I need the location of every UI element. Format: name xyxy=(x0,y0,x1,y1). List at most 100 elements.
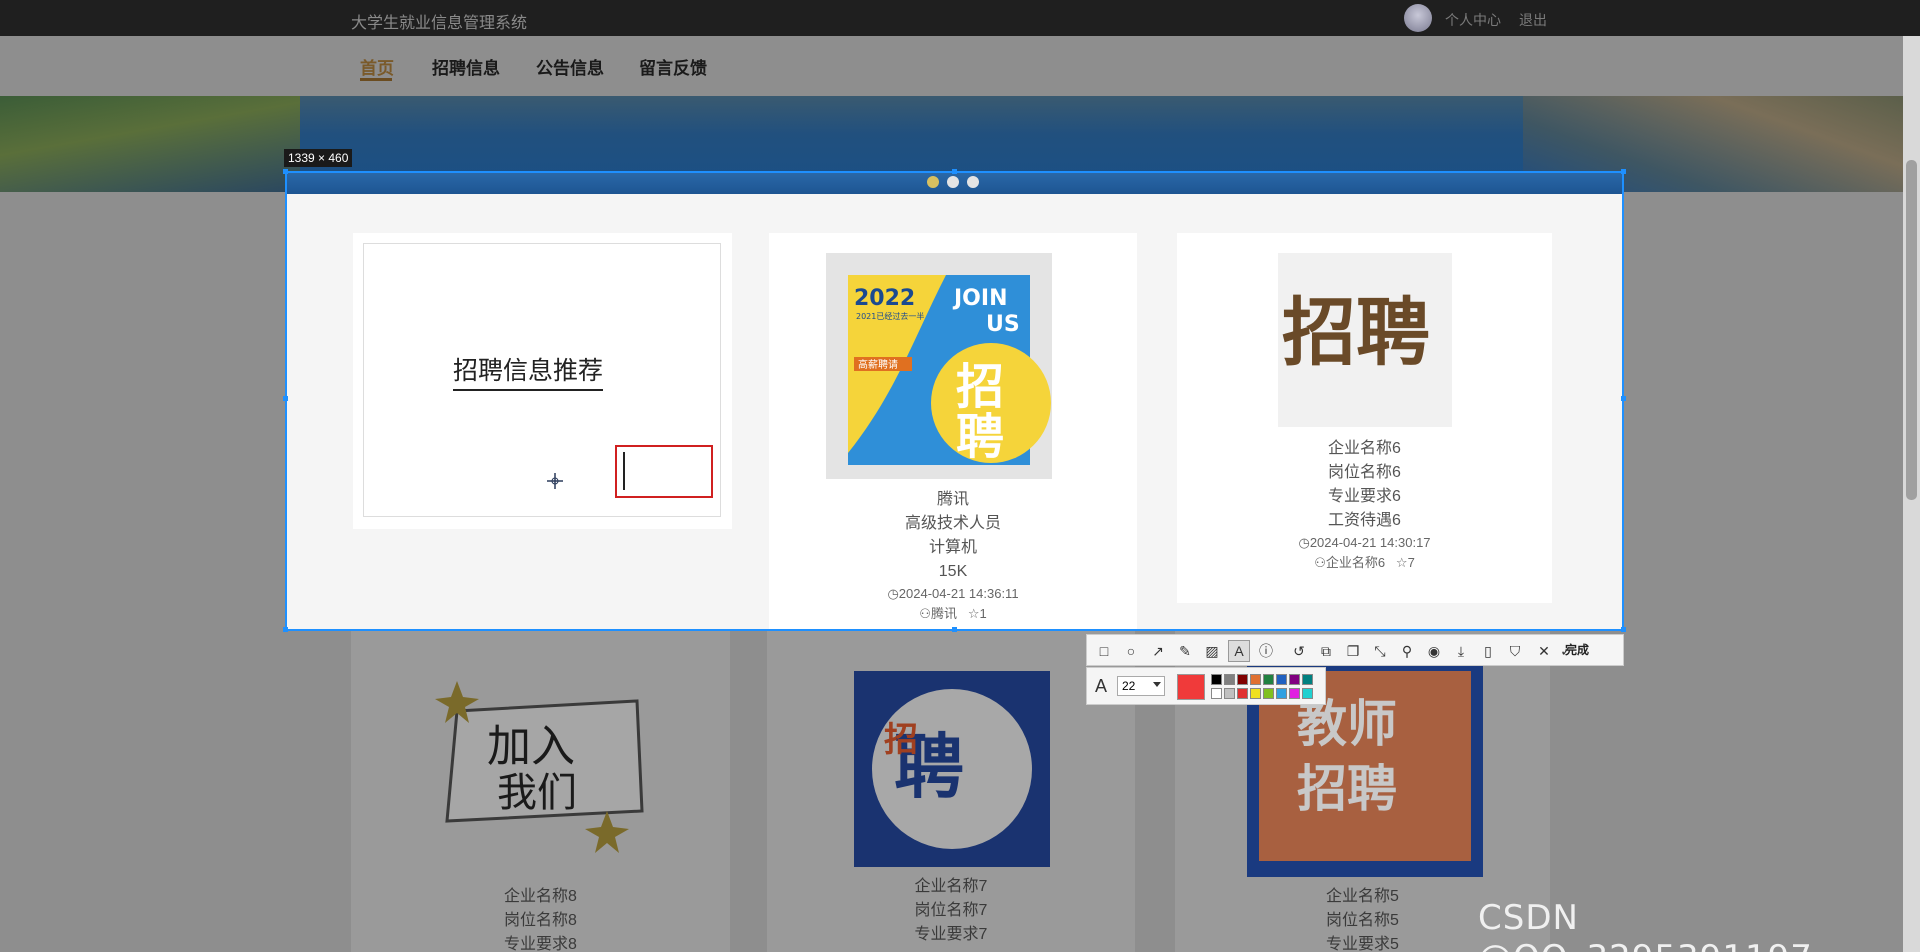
number-icon[interactable]: ⓘ xyxy=(1255,640,1277,662)
undo-icon[interactable]: ↺ xyxy=(1288,640,1310,662)
user-icon: ⚇ xyxy=(919,606,931,621)
card-company: 企业名称7 xyxy=(914,878,988,895)
card-position: 岗位名称6 xyxy=(1328,464,1401,481)
avatar[interactable] xyxy=(1404,4,1432,32)
color-swatch[interactable] xyxy=(1250,674,1261,685)
annotation-text-box[interactable] xyxy=(615,445,713,498)
svg-text:招: 招 xyxy=(884,720,918,760)
personal-center-link[interactable]: 个人中心 xyxy=(1445,10,1501,30)
svg-text:2022: 2022 xyxy=(854,286,915,311)
color-swatch[interactable] xyxy=(1224,674,1235,685)
selection-handle-top-right[interactable] xyxy=(1621,169,1626,174)
svg-text:2021已经过去一半: 2021已经过去一半 xyxy=(856,311,924,321)
screenshot-toolbar: □ ○ ↗ ✎ ▨ A ⓘ ↺ ⧉ ❐ ⤡ ⚲ ◉ ⤓ ▯ ⛉ ✕ ✓ 完成 xyxy=(1086,634,1624,666)
color-swatch[interactable] xyxy=(1302,688,1313,699)
job-card-8[interactable]: 加入 我们 企业名称8 岗位名称8 专业要求8 xyxy=(351,631,730,952)
rectangle-icon[interactable]: □ xyxy=(1093,640,1115,662)
svg-text:高薪聘请: 高薪聘请 xyxy=(858,358,898,371)
text-icon[interactable]: A xyxy=(1228,640,1250,662)
color-swatch[interactable] xyxy=(1289,674,1300,685)
dimmed-area-right xyxy=(1624,192,1903,631)
scrollbar-thumb[interactable] xyxy=(1906,160,1917,500)
poster-join-us: 加入 我们 xyxy=(435,681,644,853)
nav-item-notices[interactable]: 公告信息 xyxy=(536,54,604,79)
svg-text:US: US xyxy=(986,312,1020,337)
color-swatch[interactable] xyxy=(1211,688,1222,699)
site-title: 大学生就业信息管理系统 xyxy=(351,15,528,32)
selection-handle-left[interactable] xyxy=(283,396,288,401)
text-style-bar: A 22 xyxy=(1086,667,1326,705)
bookmark-icon[interactable]: ⛉ xyxy=(1504,640,1526,662)
record-icon[interactable]: ◉ xyxy=(1423,640,1445,662)
crop-icon[interactable]: ⧉ xyxy=(1315,640,1337,662)
card-position: 岗位名称8 xyxy=(504,912,577,929)
color-swatch[interactable] xyxy=(1211,674,1222,685)
copy-icon[interactable]: ❐ xyxy=(1342,640,1364,662)
nav-item-jobs[interactable]: 招聘信息 xyxy=(432,54,500,79)
arrow-icon[interactable]: ↗ xyxy=(1147,640,1169,662)
done-button[interactable]: 完成 xyxy=(1565,641,1589,658)
color-swatch[interactable] xyxy=(1276,674,1287,685)
card-author: 腾讯 xyxy=(930,606,957,621)
carousel-dot-3[interactable] xyxy=(967,176,979,188)
recommend-card: 招聘信息推荐 xyxy=(353,233,732,529)
card-major: 专业要求8 xyxy=(504,936,577,952)
svg-text:招: 招 xyxy=(956,359,1004,415)
mosaic-icon[interactable]: ▨ xyxy=(1201,640,1223,662)
close-icon[interactable]: ✕ xyxy=(1533,640,1555,662)
selection-handle-top[interactable] xyxy=(952,169,957,174)
selection-handle-top-left[interactable] xyxy=(283,169,288,174)
card-major: 专业要求7 xyxy=(914,926,988,943)
color-swatch[interactable] xyxy=(1224,688,1235,699)
banner-strip xyxy=(287,173,1622,194)
card-major: 计算机 xyxy=(928,539,977,556)
crosshair-cursor-icon xyxy=(547,473,563,489)
chevron-down-icon[interactable] xyxy=(1153,682,1161,687)
card-salary: 15K xyxy=(938,563,968,580)
color-swatch[interactable] xyxy=(1237,688,1248,699)
color-swatch[interactable] xyxy=(1263,688,1274,699)
logout-link[interactable]: 退出 xyxy=(1519,10,1547,30)
long-screenshot-icon[interactable]: ▯ xyxy=(1477,640,1499,662)
watermark: CSDN @QQ_3295391197 xyxy=(1478,898,1812,952)
color-swatch[interactable] xyxy=(1250,688,1261,699)
card-company: 企业名称6 xyxy=(1328,440,1401,457)
svg-text:我们: 我们 xyxy=(497,770,577,816)
main-nav: 首页 招聘信息 公告信息 留言反馈 xyxy=(0,36,1920,96)
selection-handle-bottom-left[interactable] xyxy=(283,627,288,632)
ellipse-icon[interactable]: ○ xyxy=(1120,640,1142,662)
card-stars: 1 xyxy=(979,606,987,621)
job-card-tencent[interactable]: 2022 JOIN US 2021已经过去一半 高薪聘请 招 聘 腾讯 高级技术… xyxy=(769,233,1137,629)
svg-text:招聘: 招聘 xyxy=(1282,290,1430,376)
color-swatch[interactable] xyxy=(1263,674,1274,685)
carousel-dot-1[interactable] xyxy=(927,176,939,188)
card-position: 岗位名称7 xyxy=(914,902,988,919)
pencil-icon[interactable]: ✎ xyxy=(1174,640,1196,662)
nav-item-home[interactable]: 首页 xyxy=(360,54,394,79)
card-company: 企业名称8 xyxy=(504,888,577,905)
download-icon[interactable]: ⤓ xyxy=(1450,640,1472,662)
card-major: 专业要求6 xyxy=(1328,488,1401,505)
carousel-dot-2[interactable] xyxy=(947,176,959,188)
color-swatch[interactable] xyxy=(1237,674,1248,685)
card-author: 企业名称6 xyxy=(1325,555,1386,570)
card-salary: 工资待遇6 xyxy=(1328,512,1401,529)
color-swatch[interactable] xyxy=(1289,688,1300,699)
selection-handle-right[interactable] xyxy=(1621,396,1626,401)
dimmed-area-left xyxy=(0,192,285,631)
pin-icon[interactable]: ⚲ xyxy=(1396,640,1418,662)
card-stars: 7 xyxy=(1407,555,1415,570)
color-swatch[interactable] xyxy=(1276,688,1287,699)
screenshot-selection[interactable]: 招聘信息推荐 2022 JOIN US 2021已经过去一半 高薪聘请 招 聘 … xyxy=(285,171,1624,631)
nav-item-feedback[interactable]: 留言反馈 xyxy=(639,54,707,79)
selection-size-label: 1339 × 460 xyxy=(284,149,353,167)
current-color-swatch[interactable] xyxy=(1177,674,1205,700)
job-card-6[interactable]: 招聘 企业名称6 岗位名称6 专业要求6 工资待遇6 ◷2024-04-21 1… xyxy=(1177,233,1552,603)
banner-trees xyxy=(0,96,300,192)
selection-handle-bottom[interactable] xyxy=(952,627,957,632)
selection-handle-bottom-right[interactable] xyxy=(1621,627,1626,632)
scale-icon[interactable]: ⤡ xyxy=(1369,640,1391,662)
color-swatch[interactable] xyxy=(1302,674,1313,685)
job-card-7[interactable]: 聘 招 企业名称7 岗位名称7 专业要求7 xyxy=(767,631,1135,952)
clock-icon: ◷ xyxy=(1298,535,1310,550)
